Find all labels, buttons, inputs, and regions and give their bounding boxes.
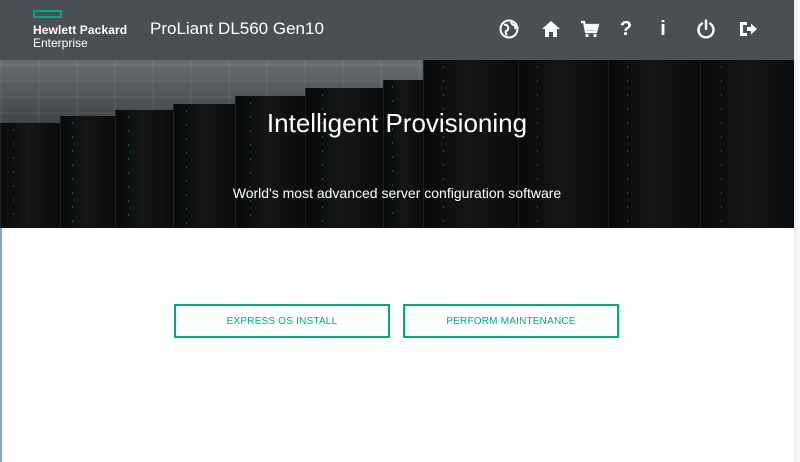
express-os-install-button[interactable]: EXPRESS OS INSTALL bbox=[174, 304, 390, 338]
home-icon[interactable] bbox=[539, 17, 563, 41]
info-icon[interactable]: i bbox=[651, 17, 675, 41]
product-title: ProLiant DL560 Gen10 bbox=[150, 19, 324, 38]
hero-title: Intelligent Provisioning bbox=[266, 108, 528, 138]
help-icon[interactable]: ? bbox=[614, 17, 638, 41]
power-icon[interactable] bbox=[694, 17, 718, 41]
logo-line-2: Enterprise bbox=[33, 36, 88, 50]
globe-icon[interactable] bbox=[497, 17, 521, 41]
top-header: Hewlett Packard Enterprise ProLiant DL56… bbox=[0, 0, 800, 60]
perform-maintenance-button[interactable]: PERFORM MAINTENANCE bbox=[403, 304, 619, 338]
hero-subtitle: World's most advanced server configurati… bbox=[232, 185, 562, 201]
logout-icon[interactable] bbox=[736, 17, 760, 41]
hpe-logo-rectangle bbox=[33, 10, 62, 18]
hpe-logo: Hewlett Packard Enterprise bbox=[33, 10, 133, 52]
window-left-border bbox=[0, 228, 2, 462]
info-glyph: i bbox=[660, 18, 666, 40]
help-glyph: ? bbox=[619, 18, 633, 40]
window-right-edge bbox=[794, 0, 800, 462]
cart-icon[interactable] bbox=[578, 17, 602, 41]
hero-overlay bbox=[0, 60, 800, 228]
logo-line-1: Hewlett Packard bbox=[33, 23, 128, 37]
hero-banner: Intelligent Provisioning World's most ad… bbox=[0, 60, 800, 228]
